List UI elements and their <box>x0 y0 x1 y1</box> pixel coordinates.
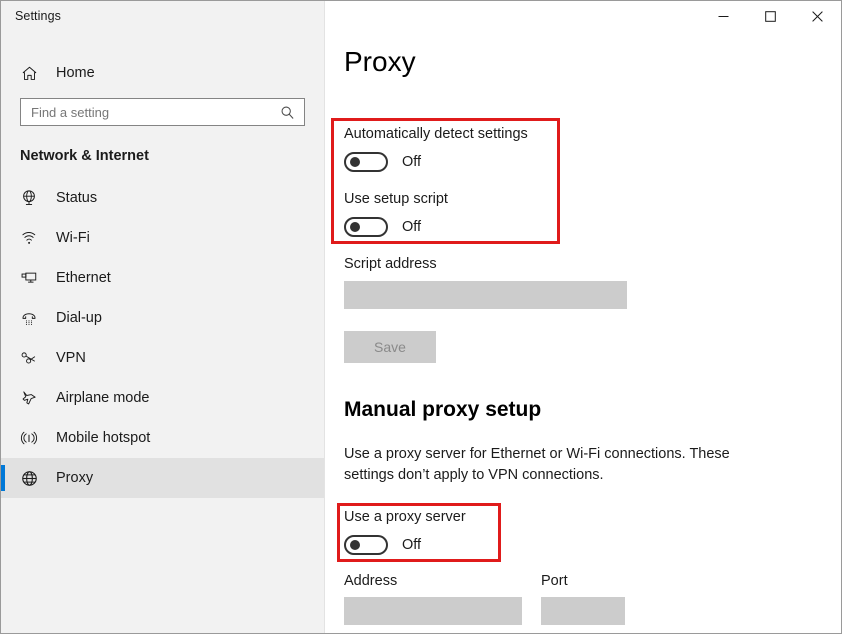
status-globe-monitor-icon <box>18 187 40 209</box>
close-icon <box>812 11 823 22</box>
auto-detect-settings-label: Automatically detect settings <box>344 126 528 142</box>
use-proxy-server-toggle[interactable] <box>344 535 388 555</box>
script-address-input[interactable] <box>344 281 627 309</box>
home-icon <box>18 62 40 84</box>
manual-proxy-setup-heading: Manual proxy setup <box>344 399 541 420</box>
vpn-key-icon <box>18 347 40 369</box>
sidebar-item-status[interactable]: Status <box>1 178 324 218</box>
script-address-group: Script address <box>344 256 627 309</box>
title-bar-left: Settings <box>1 1 61 32</box>
sidebar-section-title: Network & Internet <box>1 148 324 164</box>
toggle-knob <box>350 222 360 232</box>
dialup-phone-icon <box>18 307 40 329</box>
use-proxy-server-label: Use a proxy server <box>344 509 466 525</box>
setup-script-group: Use setup script Off <box>344 191 448 238</box>
sidebar-item-vpn-label: VPN <box>56 350 86 366</box>
ethernet-icon <box>18 267 40 289</box>
sidebar-item-ethernet-label: Ethernet <box>56 270 111 286</box>
auto-detect-settings-state: Off <box>402 154 421 170</box>
close-button[interactable] <box>794 1 841 32</box>
proxy-port-input[interactable] <box>541 597 625 625</box>
sidebar-item-wifi[interactable]: Wi-Fi <box>1 218 324 258</box>
sidebar-item-proxy-label: Proxy <box>56 470 93 486</box>
content-pane: Proxy Automatically detect settings Off … <box>326 1 841 633</box>
sidebar-item-dialup[interactable]: Dial-up <box>1 298 324 338</box>
settings-window: Home Network & Internet <box>0 0 842 634</box>
proxy-globe-icon <box>18 467 40 489</box>
airplane-icon <box>18 387 40 409</box>
caption-button-group <box>700 1 841 32</box>
sidebar-item-status-label: Status <box>56 190 97 206</box>
sidebar-item-dialup-label: Dial-up <box>56 310 102 326</box>
search-box[interactable] <box>20 98 305 126</box>
wifi-icon <box>18 227 40 249</box>
proxy-address-label: Address <box>344 573 522 589</box>
sidebar-item-mobile-hotspot-label: Mobile hotspot <box>56 430 150 446</box>
proxy-address-group: Address <box>344 573 522 625</box>
sidebar-item-proxy[interactable]: Proxy <box>1 458 324 498</box>
setup-script-toggle-row: Off <box>344 216 448 238</box>
setup-script-toggle[interactable] <box>344 217 388 237</box>
auto-detect-settings-group: Automatically detect settings Off <box>344 126 528 173</box>
proxy-port-label: Port <box>541 573 625 589</box>
auto-detect-settings-toggle[interactable] <box>344 152 388 172</box>
sidebar-item-ethernet[interactable]: Ethernet <box>1 258 324 298</box>
minimize-button[interactable] <box>700 1 747 32</box>
sidebar-item-mobile-hotspot[interactable]: Mobile hotspot <box>1 418 324 458</box>
manual-proxy-setup-description: Use a proxy server for Ethernet or Wi-Fi… <box>344 444 769 486</box>
sidebar: Home Network & Internet <box>1 1 325 633</box>
setup-script-label: Use setup script <box>344 191 448 207</box>
toggle-knob <box>350 540 360 550</box>
search-input[interactable] <box>21 99 274 125</box>
use-proxy-server-group: Use a proxy server Off <box>344 509 466 556</box>
use-proxy-server-toggle-row: Off <box>344 534 466 556</box>
proxy-address-input[interactable] <box>344 597 522 625</box>
window-title: Settings <box>15 10 61 23</box>
toggle-knob <box>350 157 360 167</box>
save-button[interactable]: Save <box>344 331 436 363</box>
minimize-icon <box>718 11 729 22</box>
script-address-label: Script address <box>344 256 627 272</box>
auto-detect-settings-toggle-row: Off <box>344 151 528 173</box>
maximize-icon <box>765 11 776 22</box>
sidebar-item-wifi-label: Wi-Fi <box>56 230 90 246</box>
sidebar-nav-list: Status Wi-Fi <box>1 178 324 498</box>
use-proxy-server-state: Off <box>402 537 421 553</box>
sidebar-item-airplane-mode[interactable]: Airplane mode <box>1 378 324 418</box>
sidebar-item-home[interactable]: Home <box>1 56 324 90</box>
title-bar[interactable]: Settings <box>1 1 841 32</box>
sidebar-item-vpn[interactable]: VPN <box>1 338 324 378</box>
maximize-button[interactable] <box>747 1 794 32</box>
hotspot-broadcast-icon <box>18 427 40 449</box>
setup-script-state: Off <box>402 219 421 235</box>
page-title: Proxy <box>344 48 841 76</box>
search-icon[interactable] <box>274 105 304 120</box>
save-button-label: Save <box>344 331 436 363</box>
sidebar-item-home-label: Home <box>56 65 95 81</box>
search-container <box>1 98 324 126</box>
sidebar-item-airplane-mode-label: Airplane mode <box>56 390 150 406</box>
proxy-port-group: Port <box>541 573 625 625</box>
